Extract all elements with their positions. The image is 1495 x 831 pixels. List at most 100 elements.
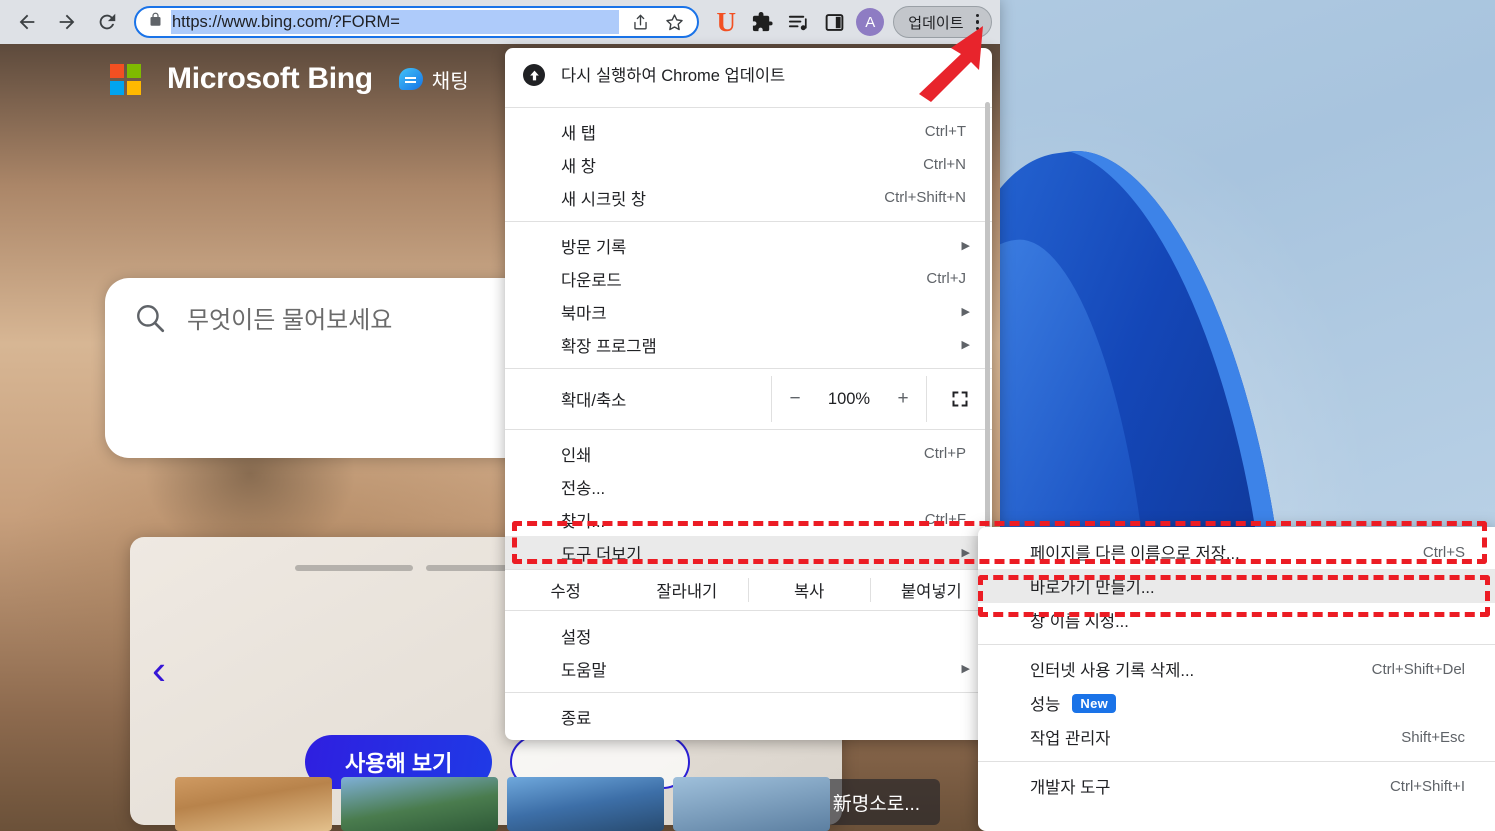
update-button-label: 업데이트 xyxy=(908,14,964,32)
bing-chat-link[interactable]: 채팅 xyxy=(398,65,469,94)
puzzle-extensions-icon[interactable] xyxy=(745,5,779,39)
menu-item-new-window[interactable]: 새 창 Ctrl+N xyxy=(505,148,992,181)
edit-cut-button[interactable]: 잘라내기 xyxy=(626,578,747,602)
star-icon[interactable] xyxy=(661,12,687,33)
chevron-right-icon: ▶ xyxy=(961,240,970,252)
three-dot-menu-icon[interactable] xyxy=(972,12,984,33)
reload-icon[interactable] xyxy=(88,3,126,41)
menu-item-shortcut: Ctrl+T xyxy=(924,123,966,140)
menu-item-label: 다시 실행하여 Chrome 업데이트 xyxy=(561,67,786,85)
menu-separator xyxy=(505,368,992,369)
menu-item-shortcut: Ctrl+P xyxy=(923,445,966,462)
submenu-item-name-window[interactable]: 창 이름 지정... xyxy=(978,603,1495,637)
carousel-dot[interactable] xyxy=(295,565,413,571)
menu-item-label: 방문 기록 xyxy=(561,238,627,257)
u-extension-icon[interactable]: U xyxy=(709,5,743,39)
news-thumbnail[interactable] xyxy=(673,777,830,831)
menu-item-label: 설정 xyxy=(561,628,592,647)
submenu-item-clear-browsing-data[interactable]: 인터넷 사용 기록 삭제... Ctrl+Shift+Del xyxy=(978,652,1495,686)
chevron-right-icon: ▶ xyxy=(961,339,970,351)
menu-item-label: 새 시크릿 창 xyxy=(561,190,647,209)
edit-row-label: 수정 xyxy=(550,583,581,601)
chat-bubble-icon xyxy=(398,68,423,90)
menu-item-shortcut: Ctrl+Shift+I xyxy=(1389,777,1465,795)
carousel-prev-icon[interactable]: ‹ xyxy=(152,649,166,691)
menu-item-history[interactable]: 방문 기록 ▶ xyxy=(505,229,992,262)
menu-item-find[interactable]: 찾기... Ctrl+F xyxy=(505,503,992,536)
back-arrow-icon[interactable] xyxy=(8,3,46,41)
submenu-item-performance[interactable]: 성능 New xyxy=(978,686,1495,720)
submenu-item-save-page-as[interactable]: 페이지를 다른 이름으로 저장... Ctrl+S xyxy=(978,535,1495,569)
menu-item-bookmarks[interactable]: 북마크 ▶ xyxy=(505,295,992,328)
menu-item-label: 전송... xyxy=(561,479,606,498)
more-tools-submenu: 페이지를 다른 이름으로 저장... Ctrl+S 바로가기 만들기... 창 … xyxy=(978,527,1495,831)
url-text[interactable]: https://www.bing.com/?FORM= xyxy=(171,10,620,34)
submenu-item-developer-tools[interactable]: 개발자 도구 Ctrl+Shift+I xyxy=(978,769,1495,803)
menu-separator xyxy=(505,221,992,222)
news-thumbnail[interactable] xyxy=(341,777,498,831)
update-button[interactable]: 업데이트 xyxy=(893,6,992,38)
avatar[interactable]: A xyxy=(856,8,885,36)
menu-item-update-chrome[interactable]: 다시 실행하여 Chrome 업데이트 xyxy=(505,48,992,100)
menu-item-label: 바로가기 만들기... xyxy=(1030,579,1155,597)
lock-icon[interactable] xyxy=(148,11,163,33)
zoom-in-button[interactable]: + xyxy=(880,388,926,410)
forward-arrow-icon[interactable] xyxy=(48,3,86,41)
menu-scrollbar[interactable] xyxy=(985,102,990,562)
news-thumbnail-strip xyxy=(0,777,1000,831)
menu-item-new-incognito-window[interactable]: 새 시크릿 창 Ctrl+Shift+N xyxy=(505,181,992,214)
news-thumbnail[interactable] xyxy=(507,777,664,831)
edit-paste-button[interactable]: 붙여넣기 xyxy=(869,578,992,602)
menu-item-cast[interactable]: 전송... xyxy=(505,470,992,503)
browser-toolbar: https://www.bing.com/?FORM= U A 업데이트 xyxy=(0,0,1000,44)
submenu-item-task-manager[interactable]: 작업 관리자 Shift+Esc xyxy=(978,720,1495,754)
menu-item-shortcut: Ctrl+Shift+Del xyxy=(1371,660,1465,678)
chevron-right-icon: ▶ xyxy=(961,547,970,559)
menu-item-label: 도구 더보기 xyxy=(561,545,642,564)
chrome-main-menu: 다시 실행하여 Chrome 업데이트 새 탭 Ctrl+T 새 창 Ctrl+… xyxy=(505,48,992,740)
menu-item-help[interactable]: 도움말 ▶ xyxy=(505,652,992,685)
zoom-controls: − 100% + xyxy=(771,376,926,422)
new-badge: New xyxy=(1072,693,1117,713)
menu-item-settings[interactable]: 설정 xyxy=(505,619,992,652)
menu-item-shortcut: Ctrl+F xyxy=(924,511,966,528)
menu-item-label: 인쇄 xyxy=(561,446,592,465)
fullscreen-icon[interactable] xyxy=(926,376,992,422)
search-input-placeholder[interactable]: 무엇이든 물어보세요 xyxy=(187,300,392,335)
menu-separator xyxy=(505,429,992,430)
share-icon[interactable] xyxy=(627,13,653,32)
search-icon xyxy=(137,304,165,332)
menu-item-more-tools[interactable]: 도구 더보기 ▶ xyxy=(505,536,992,569)
menu-item-downloads[interactable]: 다운로드 Ctrl+J xyxy=(505,262,992,295)
chevron-right-icon: ▶ xyxy=(961,306,970,318)
menu-item-print[interactable]: 인쇄 Ctrl+P xyxy=(505,437,992,470)
menu-item-shortcut: Shift+Esc xyxy=(1401,728,1465,746)
zoom-label: 확대/축소 xyxy=(561,392,627,410)
menu-item-label: 개발자 도구 xyxy=(1030,779,1111,797)
menu-separator xyxy=(505,692,992,693)
menu-item-extensions[interactable]: 확장 프로그램 ▶ xyxy=(505,328,992,361)
menu-item-label: 작업 관리자 xyxy=(1030,730,1111,748)
news-thumbnail[interactable] xyxy=(175,777,332,831)
menu-item-label: 다운로드 xyxy=(561,271,622,290)
menu-item-shortcut: Ctrl+J xyxy=(926,270,966,287)
menu-item-shortcut: Ctrl+Shift+N xyxy=(884,189,966,206)
chrome-browser-window: Microsoft Bing 채팅 무엇이든 물어보세요 ‹ A xyxy=(0,0,1000,831)
address-bar[interactable]: https://www.bing.com/?FORM= xyxy=(134,6,700,38)
menu-separator xyxy=(978,761,1495,762)
zoom-level-value: 100% xyxy=(827,389,871,408)
menu-zoom-row: 확대/축소 − 100% + xyxy=(505,376,992,422)
update-arrow-icon xyxy=(523,64,545,86)
zoom-out-button[interactable]: − xyxy=(772,388,818,410)
menu-item-label: 도움말 xyxy=(561,661,607,680)
submenu-item-create-shortcut[interactable]: 바로가기 만들기... xyxy=(978,569,1495,603)
side-panel-icon[interactable] xyxy=(817,5,851,39)
menu-item-label: 성능 xyxy=(1030,696,1061,714)
media-playlist-icon[interactable] xyxy=(781,5,815,39)
menu-item-new-tab[interactable]: 새 탭 Ctrl+T xyxy=(505,115,992,148)
edit-copy-button[interactable]: 복사 xyxy=(747,578,870,602)
menu-item-label: 페이지를 다른 이름으로 저장... xyxy=(1030,545,1240,563)
menu-item-exit[interactable]: 종료 xyxy=(505,700,992,733)
menu-separator xyxy=(978,644,1495,645)
menu-item-label: 창 이름 지정... xyxy=(1030,613,1129,631)
